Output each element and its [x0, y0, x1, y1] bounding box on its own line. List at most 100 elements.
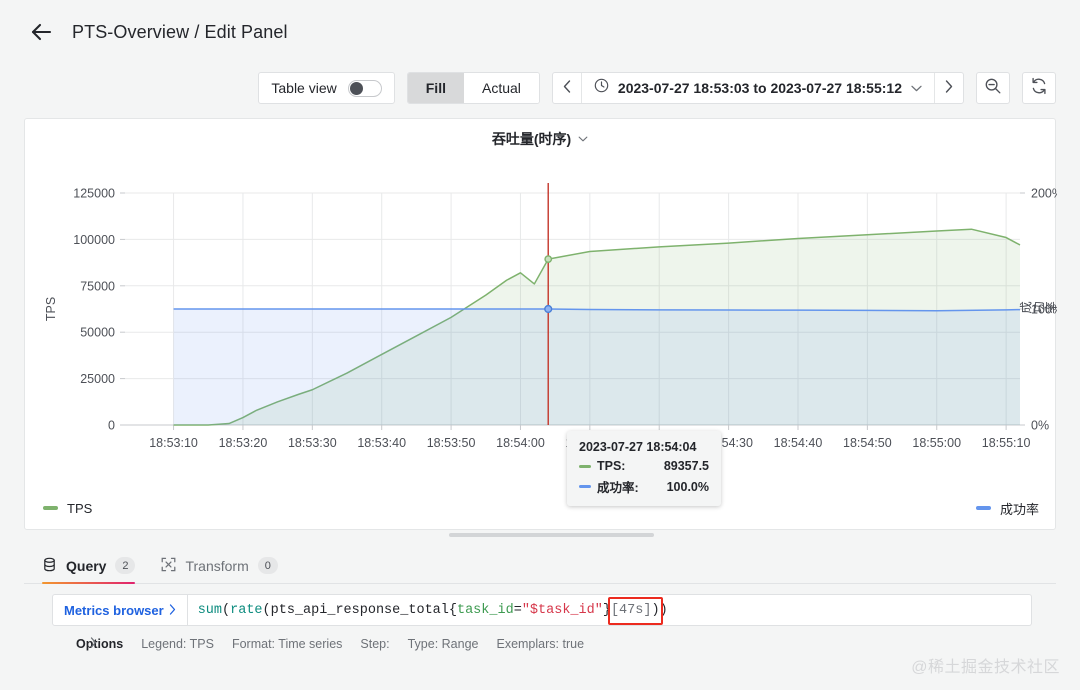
svg-text:18:54:00: 18:54:00: [496, 436, 545, 450]
options-label: Options: [76, 637, 124, 651]
tooltip-timestamp: 2023-07-27 18:54:04: [579, 440, 697, 454]
tab-badge: 0: [257, 557, 278, 574]
tab-label: Transform: [185, 557, 249, 574]
highlight-annotation-box: [607, 597, 663, 625]
panel-toolbar: Table view Fill Actual 2023-07-27 18:53:…: [0, 64, 1080, 112]
segment-actual[interactable]: Actual: [463, 73, 539, 103]
svg-text:0%: 0%: [1031, 419, 1049, 433]
svg-text:18:53:30: 18:53:30: [288, 436, 337, 450]
time-shift-forward-button[interactable]: [935, 73, 963, 103]
option-legend: Legend: TPS: [141, 637, 214, 651]
svg-text:18:55:00: 18:55:00: [912, 436, 961, 450]
time-range-text: 2023-07-27 18:53:03 to 2023-07-27 18:55:…: [617, 80, 902, 96]
expr-token: {: [448, 602, 457, 618]
panel-title-text: 吞吐量(时序): [491, 131, 572, 147]
chevron-down-icon[interactable]: [578, 133, 588, 145]
svg-text:100000: 100000: [73, 233, 115, 247]
toggle-knob: [349, 81, 363, 95]
option-exemplars: Exemplars: true: [496, 637, 585, 651]
expr-token: "$task_id": [521, 602, 603, 618]
zoom-out-icon: [984, 77, 1002, 100]
option-step: Step:: [360, 637, 390, 651]
fill-actual-segmented: Fill Actual: [406, 72, 540, 104]
query-options-row[interactable]: Options Legend: TPS Format: Time series …: [24, 626, 1056, 651]
breadcrumb[interactable]: PTS-Overview / Edit Panel: [72, 22, 288, 43]
legend-swatch: [975, 506, 991, 510]
metrics-browser-label: Metrics browser: [64, 602, 164, 618]
series-color-swatch: [579, 464, 591, 468]
clock-icon: [594, 78, 609, 98]
expr-token: pts_api_response_total: [270, 602, 449, 618]
svg-text:TPS: TPS: [44, 297, 58, 321]
svg-text:18:55:10: 18:55:10: [982, 436, 1031, 450]
graph-panel: 吞吐量(时序) 0 25000 50000 75000 100000 125000 0% 10…: [24, 118, 1057, 530]
tab-badge: 2: [115, 557, 136, 574]
query-expression-input[interactable]: sum(rate(pts_api_response_total{task_id=…: [187, 594, 1032, 626]
expr-token: task_id: [456, 602, 514, 618]
svg-text:18:54:50: 18:54:50: [843, 436, 892, 450]
panel-title[interactable]: 吞吐量(时序): [25, 119, 1055, 159]
option-type: Type: Range: [407, 637, 479, 651]
tab-label: Query: [66, 557, 107, 574]
expr-token: (: [262, 602, 271, 618]
legend-label: TPS: [67, 500, 93, 516]
refresh-icon: [1030, 77, 1048, 100]
query-editor-card: Metrics browser sum(rate(pts_api_respons…: [24, 584, 1056, 666]
chevron-left-icon: [563, 80, 571, 96]
arrow-left-icon: [29, 22, 53, 42]
database-icon: [42, 557, 57, 575]
chart-legend: TPS 成功率: [25, 487, 1057, 529]
legend-item-success-rate[interactable]: 成功率: [975, 499, 1039, 518]
table-view-group: Table view: [258, 72, 395, 104]
svg-text:50000: 50000: [80, 326, 115, 340]
svg-text:75000: 75000: [80, 279, 115, 293]
legend-label: 成功率: [999, 501, 1039, 517]
svg-text:25000: 25000: [80, 372, 115, 386]
legend-item-tps[interactable]: TPS: [43, 501, 92, 516]
svg-text:18:54:40: 18:54:40: [774, 436, 823, 450]
svg-text:18:53:20: 18:53:20: [219, 436, 268, 450]
segment-fill[interactable]: Fill: [407, 73, 464, 103]
refresh-button[interactable]: [1022, 72, 1056, 104]
svg-text:18:53:40: 18:53:40: [357, 436, 406, 450]
editor-tabs: Query 2 Transform 0: [24, 548, 1056, 584]
chart-plot-area[interactable]: 02500050000750001000001250000%100%200%18…: [25, 157, 1057, 487]
chevron-right-icon: [945, 80, 953, 96]
svg-text:18:53:50: 18:53:50: [427, 436, 476, 450]
svg-text:200%: 200%: [1031, 187, 1057, 201]
option-format: Format: Time series: [231, 637, 343, 651]
tooltip-row-tps: TPS: 89357.5: [579, 459, 709, 473]
tooltip-series-value: 89357.5: [663, 459, 709, 473]
watermark: @稀土掘金技术社区: [911, 659, 1060, 676]
tab-transform[interactable]: Transform 0: [161, 548, 278, 583]
svg-text:0: 0: [108, 419, 115, 433]
transform-icon: [161, 557, 176, 575]
tooltip-series-name: TPS:: [597, 459, 626, 473]
table-view-label: Table view: [271, 80, 337, 96]
query-row: Metrics browser sum(rate(pts_api_respons…: [24, 584, 1056, 626]
expr-token: rate: [230, 602, 263, 618]
zoom-out-button[interactable]: [976, 72, 1010, 104]
svg-text:18:53:10: 18:53:10: [149, 436, 198, 450]
query-expression-text: sum(rate(pts_api_response_total{task_id=…: [198, 603, 668, 618]
chevron-right-icon: [169, 603, 176, 618]
svg-text:125000: 125000: [73, 187, 115, 201]
toggle-switch[interactable]: [347, 79, 382, 97]
tab-query[interactable]: Query 2: [42, 548, 136, 584]
chevron-right-icon[interactable]: [90, 637, 97, 651]
time-range-picker[interactable]: 2023-07-27 18:53:03 to 2023-07-27 18:55:…: [582, 73, 934, 103]
svg-text:成功率: 成功率: [1019, 302, 1057, 316]
metrics-browser-button[interactable]: Metrics browser: [52, 594, 188, 626]
chevron-down-icon: [911, 81, 922, 95]
time-range-group: 2023-07-27 18:53:03 to 2023-07-27 18:55:…: [551, 72, 964, 104]
table-view-toggle[interactable]: Table view: [259, 72, 393, 104]
timeseries-chart[interactable]: 02500050000750001000001250000%100%200%18…: [25, 157, 1057, 487]
panel-resize-handle[interactable]: [449, 533, 654, 537]
expr-token: (: [222, 602, 231, 618]
time-shift-back-button[interactable]: [553, 73, 581, 103]
top-bar: PTS-Overview / Edit Panel: [0, 0, 1080, 64]
legend-swatch: [43, 506, 58, 510]
expr-token: sum: [197, 602, 223, 618]
expr-token: =: [513, 602, 522, 618]
back-button[interactable]: [24, 15, 58, 49]
